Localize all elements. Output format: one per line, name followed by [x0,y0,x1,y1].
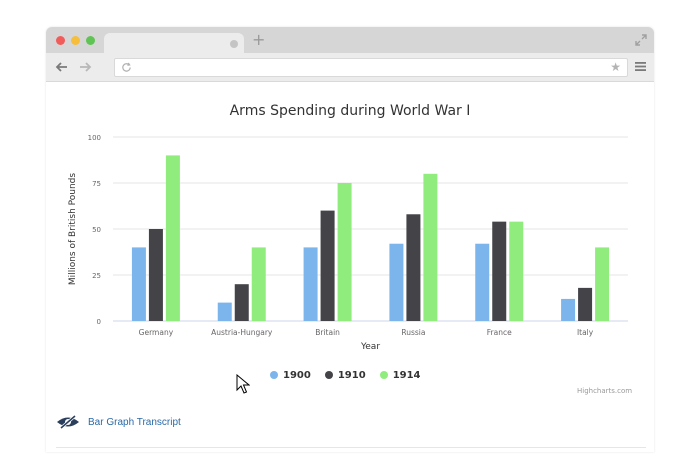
legend-item-1900[interactable]: 1900 [270,370,311,381]
x-tick-label: Russia [401,328,425,337]
bar-1910 [320,210,335,321]
chart-legend: 1900 1910 1914 [270,368,421,382]
legend-marker-1900 [270,371,278,379]
x-tick-label: Austria-Hungary [211,328,273,337]
x-tick-label: France [487,328,512,337]
bar-1910 [578,287,593,321]
legend-marker-1914 [379,371,388,379]
y-tick-label: 100 [88,134,101,142]
bar-1914 [509,221,524,321]
bar-1914 [337,183,352,321]
x-axis-title: Year [360,342,381,352]
bar-1900 [561,298,576,321]
legend-item-1910[interactable]: 1910 [324,369,366,381]
chart-title: Arms Spending during World War I [229,103,471,119]
bar-1914 [595,247,610,321]
y-tick-label: 0 [97,318,101,326]
mouse-cursor-icon [236,374,250,394]
legend-label-1910: 1910 [337,369,366,381]
legend-marker-1910 [324,371,333,379]
bottom-divider [56,447,646,448]
y-tick-label: 75 [92,180,101,188]
y-tick-label: 50 [92,226,101,234]
bar-1900 [303,247,318,321]
y-tick-label: 25 [92,272,101,280]
legend-item-1914[interactable]: 1914 [379,369,421,381]
bar-1914 [165,155,180,321]
bar-1910 [234,284,249,321]
bar-1900 [475,243,490,321]
eye-slash-icon [57,415,79,429]
x-tick-label: Italy [577,328,594,337]
highcharts-credits-link[interactable]: Highcharts.com [577,387,632,395]
bar-1910 [406,214,421,321]
x-tick-label: Britain [315,328,340,337]
bar-1914 [423,173,438,321]
bar-1900 [389,243,404,321]
legend-label-1900: 1900 [283,369,311,381]
bar-1910 [492,221,507,321]
bar-1914 [251,247,266,321]
y-axis-title-text: Millions of British Pounds [68,172,78,286]
x-tick-label: Germany [139,328,174,337]
bar-1900 [217,302,232,321]
transcript-link-text: Bar Graph Transcript [88,416,181,428]
legend-label-1914: 1914 [392,369,421,381]
transcript-link[interactable]: Bar Graph Transcript [56,415,181,429]
bar-1910 [148,229,163,321]
bar-chart: 0 25 50 75 100 Germany Austria-Hungary Britain R… [88,134,628,337]
bar-1900 [131,247,146,321]
